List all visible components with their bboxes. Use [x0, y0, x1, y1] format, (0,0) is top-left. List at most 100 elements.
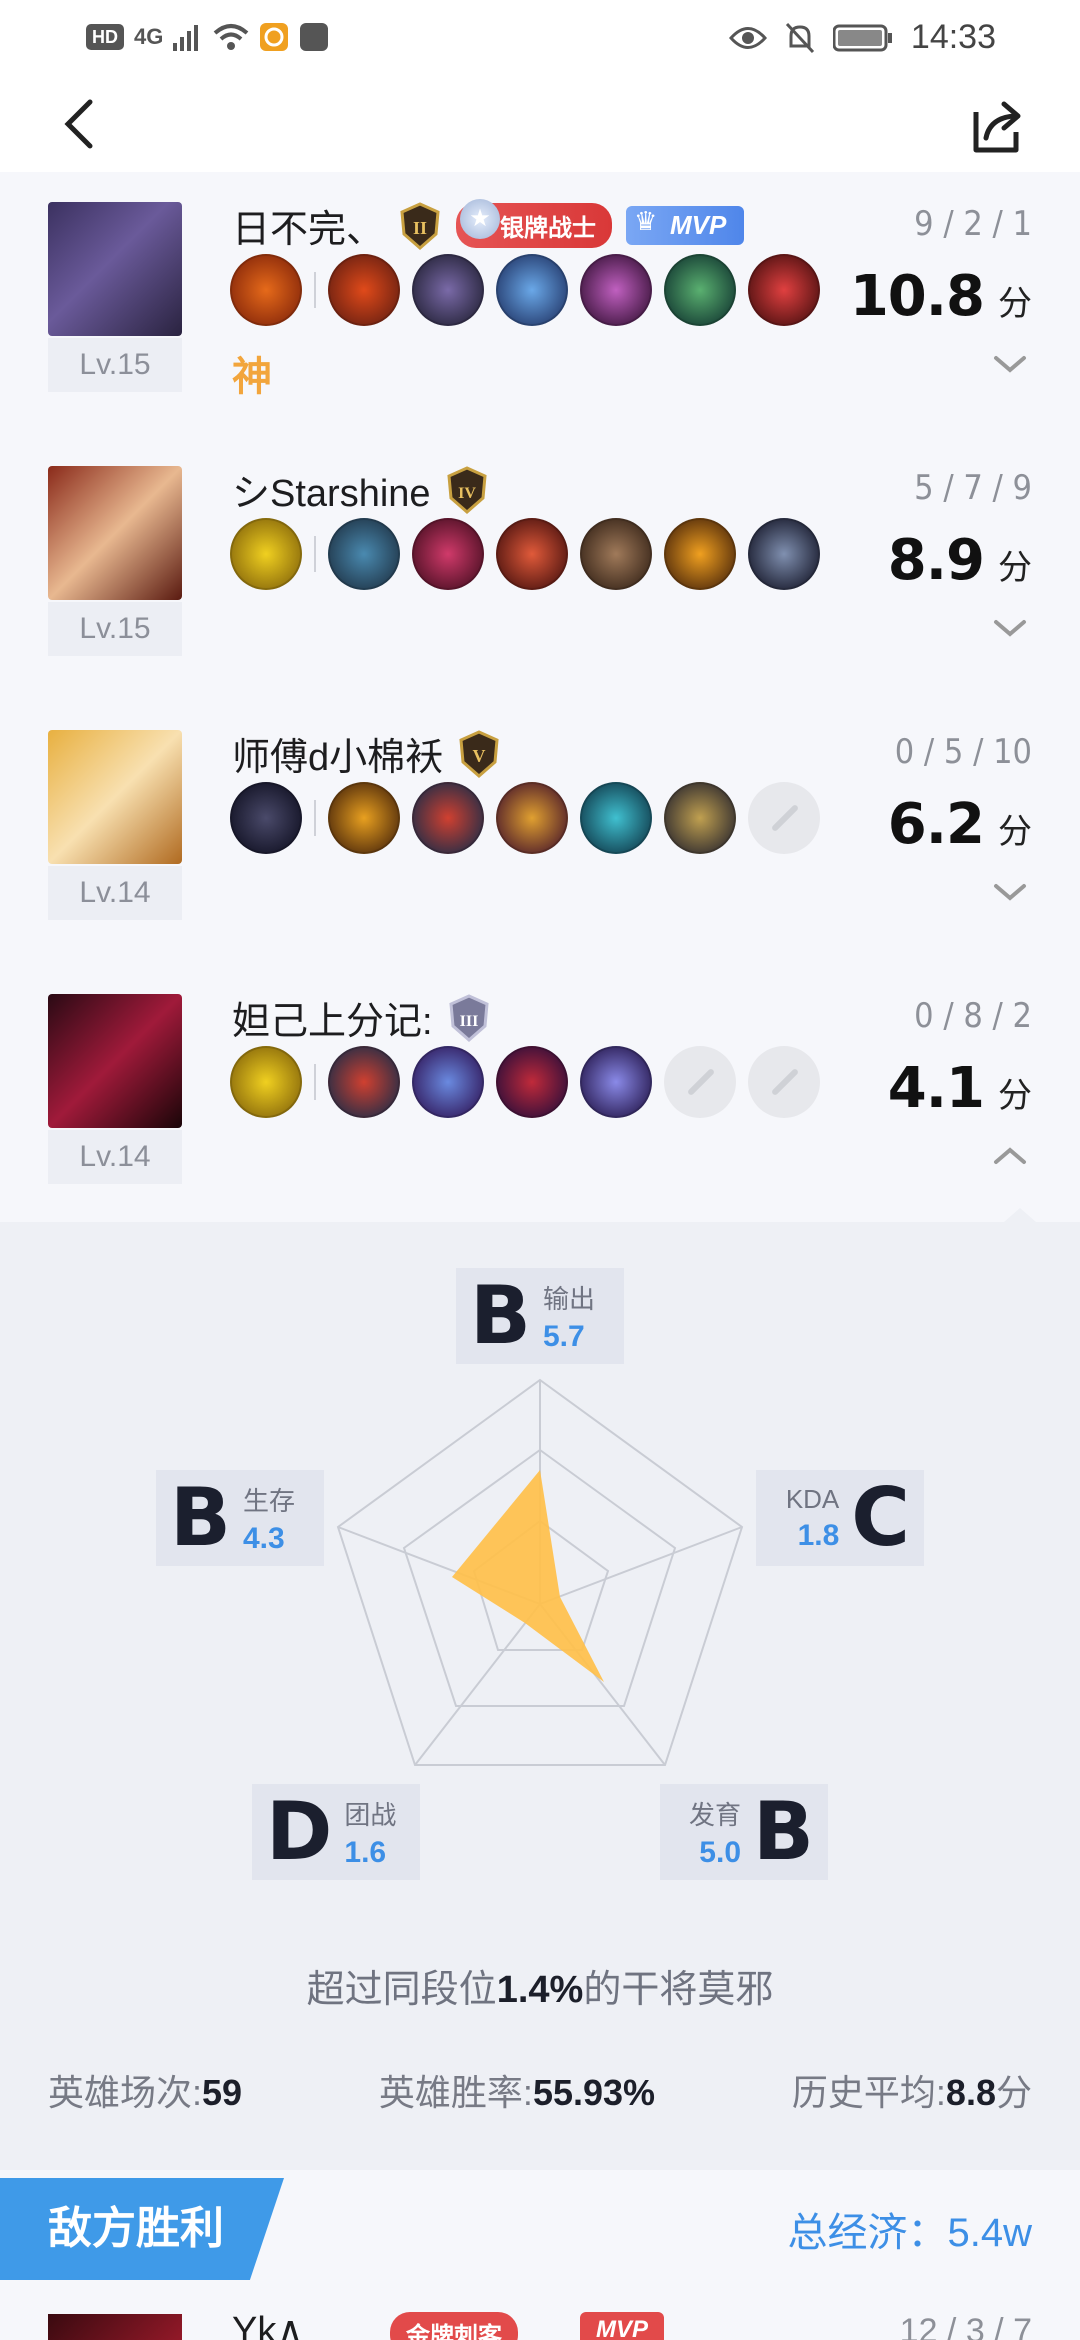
svg-text:V: V	[473, 746, 486, 766]
player-name-row: 妲己上分记: III	[232, 990, 491, 1045]
stat-value: 5.7	[542, 1319, 585, 1353]
panel-pointer	[1004, 1208, 1036, 1222]
player-row[interactable]: Lv.15 シStarshine IV 5 / 7 / 9 8.9 分	[0, 436, 1080, 700]
item-icon	[580, 782, 652, 854]
radar-axis	[414, 1603, 541, 1766]
equipment-list	[230, 254, 832, 326]
item-icon	[328, 518, 400, 590]
average-value: 8.8	[945, 2072, 996, 2113]
mvp-badge: MVP	[580, 2312, 665, 2340]
player-level: Lv.14	[48, 866, 182, 920]
stat-text: KDA 1.8	[786, 1484, 839, 1553]
item-icon	[328, 254, 400, 326]
item-icon	[496, 518, 568, 590]
stat-value: 4.3	[242, 1521, 285, 1555]
item-icon	[496, 254, 568, 326]
player-name-row: 日不完、 II 银牌战士 MVP	[232, 198, 745, 253]
beat-prefix: 超过同段位	[306, 1969, 497, 2011]
player-level: Lv.15	[48, 602, 182, 656]
huawei-app-icon	[300, 23, 329, 51]
team-economy: 总经济：5.4w	[788, 2200, 1033, 2258]
stat-teamfight: D 团战 1.6	[252, 1784, 420, 1880]
player-name-row: 师傅d小棉袄 V	[232, 726, 501, 781]
score-value: 8.9	[887, 528, 985, 593]
player-name: 日不完、	[232, 209, 385, 251]
stat-value: 1.6	[344, 1835, 387, 1869]
score-unit: 分	[998, 549, 1032, 587]
item-icon	[580, 254, 652, 326]
stat-name: 生存	[242, 1485, 295, 1516]
score: 8.9 分	[888, 528, 1032, 593]
hero-avatar	[48, 2314, 182, 2340]
divider	[314, 536, 316, 572]
player-name: 师傅d小棉袄	[232, 737, 444, 779]
player-detail-panel: B 输出 5.7 B 生存 4.3 KDA 1.8 C D 团战 1.6 发育 …	[0, 1208, 1080, 2170]
player-row[interactable]: Lv.14 妲己上分记: III 0 / 8 / 2 4.1 分	[0, 964, 1080, 1228]
score-unit: 分	[998, 813, 1032, 851]
item-icon	[496, 782, 568, 854]
chevron-down-icon[interactable]	[992, 880, 1028, 904]
beat-suffix: 的干将莫邪	[583, 1969, 774, 2011]
skill-icon	[230, 254, 302, 326]
economy-value: 5.4w	[947, 2211, 1033, 2255]
share-icon[interactable]	[968, 98, 1028, 158]
clock: 14:33	[910, 18, 996, 56]
score-value: 6.2	[887, 792, 985, 857]
signal-bars-icon	[173, 25, 199, 51]
app-notification-icon	[260, 23, 289, 51]
skill-icon	[230, 782, 302, 854]
player-row[interactable]: Lv.15 日不完、 II 银牌战士 MVP 神 9 / 2 / 1 10.8 …	[0, 172, 1080, 436]
rank-II-icon: II	[400, 201, 440, 250]
kda-text: 0 / 8 / 2	[914, 996, 1032, 1036]
equipment-list	[230, 518, 832, 590]
score-value: 4.1	[887, 1056, 985, 1121]
battery-icon	[832, 24, 892, 51]
empty-slot-icon	[664, 1046, 736, 1118]
divider	[314, 1064, 316, 1100]
item-icon	[748, 254, 820, 326]
matches-stat: 英雄场次:59	[48, 2064, 242, 2116]
skill-icon	[230, 518, 302, 590]
kda-text: 12 / 3 / 7	[899, 2312, 1032, 2340]
svg-text:III: III	[459, 1013, 478, 1030]
item-icon	[412, 782, 484, 854]
player-row[interactable]: Lv.14 师傅d小棉袄 V 0 / 5 / 10 6.2 分	[0, 700, 1080, 964]
stat-output: B 输出 5.7	[456, 1268, 624, 1364]
score: 10.8 分	[850, 264, 1032, 329]
gold-assassin-badge: 金牌刺客	[390, 2312, 518, 2340]
item-icon	[496, 1046, 568, 1118]
kda-text: 0 / 5 / 10	[894, 732, 1032, 772]
team-header: 敌方胜利 总经济：5.4w	[0, 2170, 1080, 2290]
next-player-row[interactable]: Yk∧ 金牌刺客 MVP 12 / 3 / 7	[0, 2290, 1080, 2340]
item-icon	[580, 1046, 652, 1118]
player-name: Yk∧	[232, 2310, 305, 2340]
winrate-label: 英雄胜率:	[378, 2072, 533, 2113]
nav-bar	[0, 80, 1080, 172]
back-arrow-icon[interactable]	[52, 94, 112, 154]
beat-percentage-text: 超过同段位1.4%的干将莫邪	[0, 1958, 1080, 2013]
eye-comfort-icon	[728, 26, 767, 49]
divider	[314, 272, 316, 308]
radar-axis	[539, 1526, 743, 1605]
player-name: 妲己上分记:	[232, 1001, 433, 1043]
player-level: Lv.15	[48, 338, 182, 392]
stat-grade: B	[170, 1471, 231, 1564]
skill-icon	[230, 1046, 302, 1118]
chevron-down-icon[interactable]	[992, 616, 1028, 640]
team-result-banner: 敌方胜利	[0, 2178, 284, 2280]
svg-text:II: II	[413, 218, 427, 238]
equipment-list	[230, 782, 832, 854]
chevron-down-icon[interactable]	[992, 352, 1028, 376]
item-icon	[412, 518, 484, 590]
score-unit: 分	[998, 1077, 1032, 1115]
silver-warrior-badge: 银牌战士	[456, 199, 613, 248]
average-label: 历史平均:	[791, 2072, 946, 2113]
stat-grade: D	[266, 1785, 333, 1878]
score: 6.2 分	[888, 792, 1032, 857]
mvp-badge: MVP	[626, 206, 745, 245]
score-unit: 分	[998, 285, 1032, 323]
chevron-up-icon[interactable]	[992, 1144, 1028, 1168]
empty-slot-icon	[748, 1046, 820, 1118]
hero-avatar	[48, 730, 182, 864]
rank-III-icon: III	[448, 993, 489, 1042]
